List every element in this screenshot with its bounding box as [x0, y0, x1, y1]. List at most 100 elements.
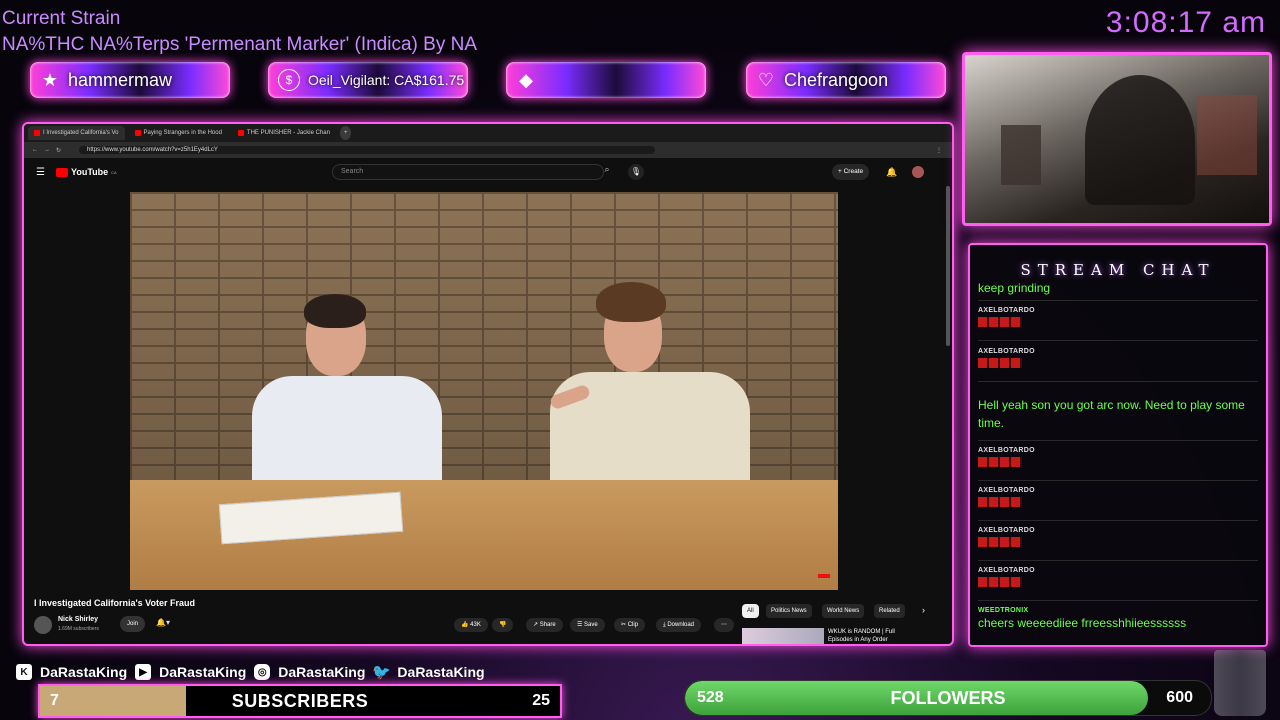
- person-right: [530, 272, 750, 492]
- chair: [1085, 75, 1195, 205]
- chat-divider: [978, 381, 1258, 382]
- subscriber-label: SUBSCRIBERS: [231, 691, 369, 711]
- avatar[interactable]: [912, 166, 924, 178]
- back-icon[interactable]: ←: [32, 147, 38, 153]
- alert-text: Oeil_Vigilant: CA$161.75: [308, 72, 465, 88]
- alert-text: Chefrangoon: [784, 69, 889, 90]
- alert-banner-subscriber: ♡ Chefrangoon: [746, 62, 946, 98]
- strain-detail: NA%THC NA%Terps 'Permenant Marker' (Indi…: [2, 34, 477, 55]
- save-label: Save: [584, 622, 598, 628]
- forward-icon[interactable]: →: [44, 147, 50, 153]
- clip-button[interactable]: ✂ Clip: [614, 618, 646, 632]
- stream-chat: STREAM CHAT keep grinding AXELBOTARDO AX…: [968, 243, 1268, 647]
- stool: [1001, 125, 1041, 185]
- video-player[interactable]: [130, 192, 838, 590]
- youtube-favicon-icon: [134, 130, 141, 136]
- logo-text: YouTube: [71, 167, 109, 177]
- follower-goal-bar: 528 FOLLOWERS 600: [684, 680, 1212, 716]
- chat-username: AXELBOTARDO: [978, 348, 1035, 355]
- reload-icon[interactable]: ↻: [56, 147, 61, 154]
- chip-world-news[interactable]: World News: [822, 604, 865, 618]
- chat-username: WEEDTRONIX: [978, 607, 1029, 614]
- new-tab-button[interactable]: +: [339, 126, 352, 140]
- video-title: I Investigated California's Voter Fraud: [34, 598, 196, 608]
- create-button[interactable]: + Create: [832, 164, 870, 180]
- chat-message: AXELBOTARDO: [978, 447, 1258, 467]
- youtube-header: ☰ YouTube CA Search ⌕ 🎙 + Create 🔔: [24, 158, 952, 186]
- chip-related[interactable]: Related: [874, 604, 905, 618]
- social-links: K DaRastaKing ▶ DaRastaKing ◎ DaRastaKin…: [16, 664, 485, 681]
- subscriber-goal-bar: 7 SUBSCRIBERS 25: [38, 684, 562, 718]
- chat-message: AXELBOTARDO: [978, 487, 1258, 507]
- chat-text: cheers weeeediiee frreesshhiieessssss: [978, 616, 1187, 630]
- download-label: Download: [667, 622, 695, 628]
- mic-icon[interactable]: 🎙: [628, 164, 644, 180]
- kick-handle: DaRastaKing: [40, 664, 128, 680]
- youtube-handle: DaRastaKing: [159, 664, 247, 680]
- save-button[interactable]: ☰ Save: [570, 618, 605, 632]
- shelf: [1197, 95, 1257, 175]
- tab-bar: I Investigated California's Vo Paying St…: [24, 124, 952, 142]
- person-left: [232, 276, 442, 496]
- chat-username: AXELBOTARDO: [978, 447, 1035, 454]
- instagram-handle: DaRastaKing: [278, 664, 366, 680]
- tab[interactable]: THE PUNISHER - Jackie Chan: [232, 126, 336, 140]
- strain-title: Current Strain: [2, 8, 121, 29]
- chat-text: keep grinding: [978, 281, 1051, 295]
- emote-icon: [978, 358, 1022, 368]
- star-icon: ★: [41, 69, 59, 90]
- chat-divider: [978, 600, 1258, 601]
- emote-icon: [978, 317, 1022, 327]
- chat-divider: [978, 480, 1258, 481]
- channel-name[interactable]: Nick Shirley: [58, 616, 98, 623]
- notifications-icon[interactable]: 🔔: [886, 167, 897, 178]
- like-button[interactable]: 👍 43K: [454, 618, 488, 632]
- recommended-title[interactable]: WKUK is RANDOM | Full Episodes in Any Or…: [828, 628, 908, 644]
- tab[interactable]: Paying Strangers in the Hood: [129, 126, 228, 140]
- chat-divider: [978, 560, 1258, 561]
- scrollbar[interactable]: [946, 186, 950, 346]
- chat-text: Hell yeah son you got arc now. Need to p…: [978, 398, 1245, 430]
- chevron-right-icon[interactable]: ›: [922, 605, 925, 615]
- url-field[interactable]: https://www.youtube.com/watch?v=z5h1Ey4d…: [79, 146, 656, 154]
- join-button[interactable]: Join: [120, 616, 146, 632]
- emote-icon: [978, 537, 1022, 547]
- search-icon[interactable]: ⌕: [596, 164, 618, 180]
- webcam-feed: [962, 52, 1272, 226]
- browser-window: I Investigated California's Vo Paying St…: [22, 122, 954, 646]
- hair: [304, 294, 366, 328]
- tab-label: THE PUNISHER - Jackie Chan: [246, 130, 330, 136]
- chat-username-hidden: [978, 388, 1258, 396]
- subscribe-bell-icon[interactable]: 🔔▾: [156, 618, 170, 627]
- chat-divider: [978, 300, 1258, 301]
- emote-icon: [978, 497, 1022, 507]
- youtube-logo[interactable]: YouTube CA: [56, 167, 117, 177]
- search-input[interactable]: Search: [332, 164, 604, 180]
- hair: [596, 282, 666, 322]
- chat-message: AXELBOTARDO: [978, 307, 1258, 327]
- chat-username: AXELBOTARDO: [978, 567, 1035, 574]
- chip-politics-news[interactable]: Politics News: [766, 604, 812, 618]
- subscriber-goal: 25: [532, 692, 550, 709]
- download-button[interactable]: ⤓ Download: [656, 618, 702, 632]
- recommended-thumbnail[interactable]: [742, 628, 824, 644]
- follower-label: FOLLOWERS: [890, 688, 1006, 708]
- more-actions-icon[interactable]: ⋯: [714, 618, 734, 632]
- like-count: 43K: [470, 622, 481, 628]
- glass-cup: [1214, 650, 1266, 716]
- tab-active[interactable]: I Investigated California's Vo: [28, 126, 125, 140]
- diamond-icon: ◆: [519, 69, 533, 90]
- alert-banner-diamond: ◆: [506, 62, 706, 98]
- chat-message: WEEDTRONIX cheers weeeediiee frreesshhii…: [978, 607, 1258, 632]
- channel-avatar[interactable]: [34, 616, 52, 634]
- extensions-icon[interactable]: ⋮: [936, 147, 942, 154]
- share-button[interactable]: ↗ Share: [526, 618, 563, 632]
- menu-icon[interactable]: ☰: [36, 167, 45, 178]
- emote-icon: [978, 457, 1022, 467]
- chip-all[interactable]: All: [742, 604, 759, 618]
- dislike-button[interactable]: 👎: [492, 618, 514, 632]
- kick-icon: K: [16, 664, 32, 680]
- instagram-icon: ◎: [254, 664, 271, 680]
- youtube-icon: ▶: [135, 664, 152, 680]
- chat-message: Hell yeah son you got arc now. Need to p…: [978, 388, 1258, 432]
